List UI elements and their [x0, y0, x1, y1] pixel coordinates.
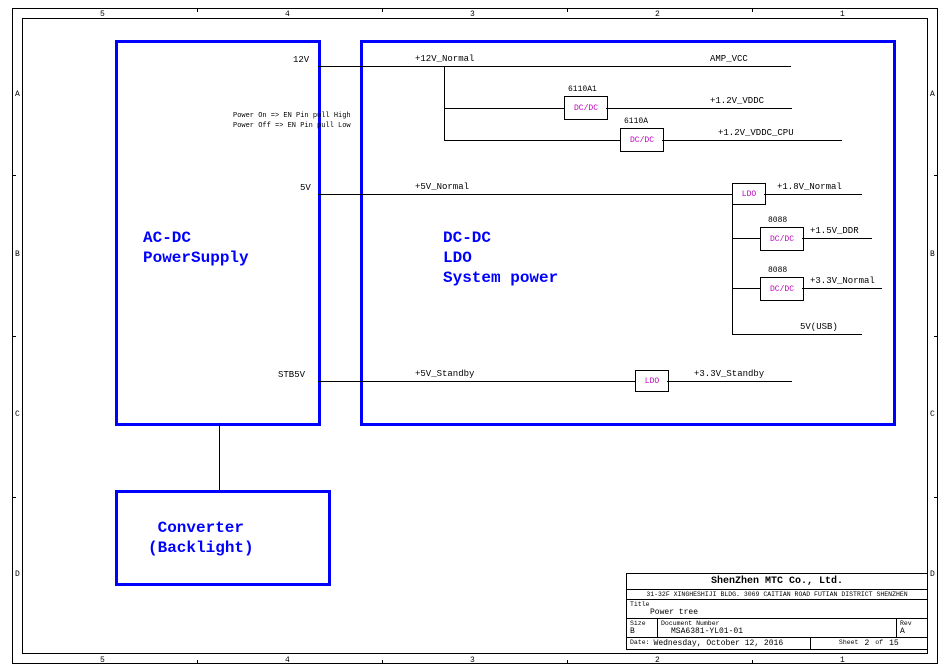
block-converter: Converter (Backlight) — [115, 490, 331, 586]
tb-sheet-cur: 2 — [864, 639, 869, 648]
wire-12v-main — [318, 66, 791, 67]
rail-12v: 12V — [293, 55, 309, 65]
block-acdc: AC-DC PowerSupply — [115, 40, 321, 426]
ref-8088b: 8088 — [768, 266, 787, 275]
comp-ldo-18v: LDO — [732, 183, 766, 205]
comp-dcdc-8088b-text: DC/DC — [770, 285, 794, 294]
tb-title-lbl: Title — [630, 601, 924, 608]
ruler-bot-3: 3 — [470, 656, 475, 665]
tb-sheet-of: of — [875, 639, 883, 648]
wire-5v-main — [318, 194, 732, 195]
net-15v-ddr: +1.5V_DDR — [810, 226, 859, 236]
conv-line2: (Backlight) — [148, 539, 254, 557]
comp-ldo-18v-text: LDO — [742, 190, 756, 199]
net-5v-usb: 5V(USB) — [800, 322, 838, 332]
ruler-right-b: B — [930, 250, 935, 259]
tb-sheet-lbl: Sheet — [839, 639, 859, 648]
net-12vddc-cpu: +1.2V_VDDC_CPU — [718, 128, 794, 138]
net-5v-standby: +5V_Standby — [415, 369, 474, 379]
ruler-right-d: D — [930, 570, 935, 579]
wire-12vddc-cpu — [662, 140, 842, 141]
ruler-top-5: 5 — [100, 10, 105, 19]
wire-to-6110a — [444, 140, 620, 141]
rail-stb5v: STB5V — [278, 370, 305, 380]
comp-dcdc-6110a: DC/DC — [620, 128, 664, 152]
ref-6110a: 6110A — [624, 117, 648, 126]
ruler-top-3: 3 — [470, 10, 475, 19]
tb-docnum-lbl: Document Number — [661, 620, 893, 627]
dcdc-line2: LDO — [443, 249, 472, 267]
wire-15v-ddr — [802, 238, 872, 239]
title-block: ShenZhen MTC Co., Ltd. 31-32F XINGHESHIJ… — [626, 573, 928, 650]
ruler-left-d: D — [15, 570, 20, 579]
acdc-line2: PowerSupply — [143, 249, 249, 267]
comp-dcdc-8088b: DC/DC — [760, 277, 804, 301]
tb-date: Wednesday, October 12, 2016 — [654, 639, 784, 648]
ruler-bot-2: 2 — [655, 656, 660, 665]
comp-dcdc-6110a1-text: DC/DC — [574, 104, 598, 113]
net-12vddc: +1.2V_VDDC — [710, 96, 764, 106]
block-converter-label: Converter (Backlight) — [148, 518, 254, 558]
tb-title: Power tree — [630, 608, 924, 617]
wire-to-6110a1 — [444, 108, 564, 109]
ruler-right-c: C — [930, 410, 935, 419]
comp-ldo-33s: LDO — [635, 370, 669, 392]
wire-stb-main — [318, 381, 635, 382]
note-power-on: Power On => EN Pin pull High — [233, 112, 351, 120]
tb-sheet-tot: 15 — [889, 639, 899, 648]
net-amp-vcc: AMP_VCC — [710, 54, 748, 64]
note-power-off: Power Off => EN Pin pull Low — [233, 122, 351, 130]
ruler-bot-4: 4 — [285, 656, 290, 665]
comp-dcdc-8088a: DC/DC — [760, 227, 804, 251]
wire-33v-standby — [667, 381, 792, 382]
tb-date-lbl: Date: — [630, 639, 650, 648]
wire-to-8088a — [732, 238, 760, 239]
ruler-left-b: B — [15, 250, 20, 259]
wire-33v-normal — [802, 288, 882, 289]
wire-12v-branch-v — [444, 66, 445, 140]
wire-12vddc — [606, 108, 792, 109]
ruler-right-a: A — [930, 90, 935, 99]
ruler-top-1: 1 — [840, 10, 845, 19]
acdc-line1: AC-DC — [143, 229, 191, 247]
tb-company: ShenZhen MTC Co., Ltd. — [627, 574, 927, 589]
ruler-left-c: C — [15, 410, 20, 419]
schematic-page: 5 4 3 2 1 5 4 3 2 1 A B C D A B C D AC-D… — [0, 0, 950, 672]
tb-docnum: MSA6381-YL01-01 — [661, 627, 893, 636]
net-12v-normal: +12V_Normal — [415, 54, 474, 64]
tb-address: 31-32F XINGHESHIJI BLDG. 3069 CAITIAN RO… — [627, 590, 927, 599]
tb-size: B — [630, 627, 654, 636]
wire-5v-bus-v — [732, 194, 733, 334]
tb-rev-lbl: Rev — [900, 620, 924, 627]
block-acdc-label: AC-DC PowerSupply — [143, 228, 249, 268]
wire-to-8088b — [732, 288, 760, 289]
net-33v-normal: +3.3V_Normal — [810, 276, 875, 286]
comp-dcdc-8088a-text: DC/DC — [770, 235, 794, 244]
ruler-top-2: 2 — [655, 10, 660, 19]
ruler-left-a: A — [15, 90, 20, 99]
comp-dcdc-6110a-text: DC/DC — [630, 136, 654, 145]
ruler-bot-5: 5 — [100, 656, 105, 665]
wire-acdc-to-converter — [219, 423, 220, 490]
wire-5v-usb — [732, 334, 862, 335]
wire-18v — [764, 194, 862, 195]
block-dcdc-label: DC-DC LDO System power — [443, 228, 558, 288]
ruler-bot-1: 1 — [840, 656, 845, 665]
net-18v-normal: +1.8V_Normal — [777, 182, 842, 192]
tb-size-lbl: Size — [630, 620, 654, 627]
ref-8088a: 8088 — [768, 216, 787, 225]
conv-line1: Converter — [158, 519, 244, 537]
comp-ldo-33s-text: LDO — [645, 377, 659, 386]
rail-5v: 5V — [300, 183, 311, 193]
net-33v-standby: +3.3V_Standby — [694, 369, 764, 379]
tb-rev: A — [900, 627, 924, 636]
dcdc-line1: DC-DC — [443, 229, 491, 247]
comp-dcdc-6110a1: DC/DC — [564, 96, 608, 120]
ruler-top-4: 4 — [285, 10, 290, 19]
net-5v-normal: +5V_Normal — [415, 182, 469, 192]
dcdc-line3: System power — [443, 269, 558, 287]
ref-6110a1: 6110A1 — [568, 85, 597, 94]
